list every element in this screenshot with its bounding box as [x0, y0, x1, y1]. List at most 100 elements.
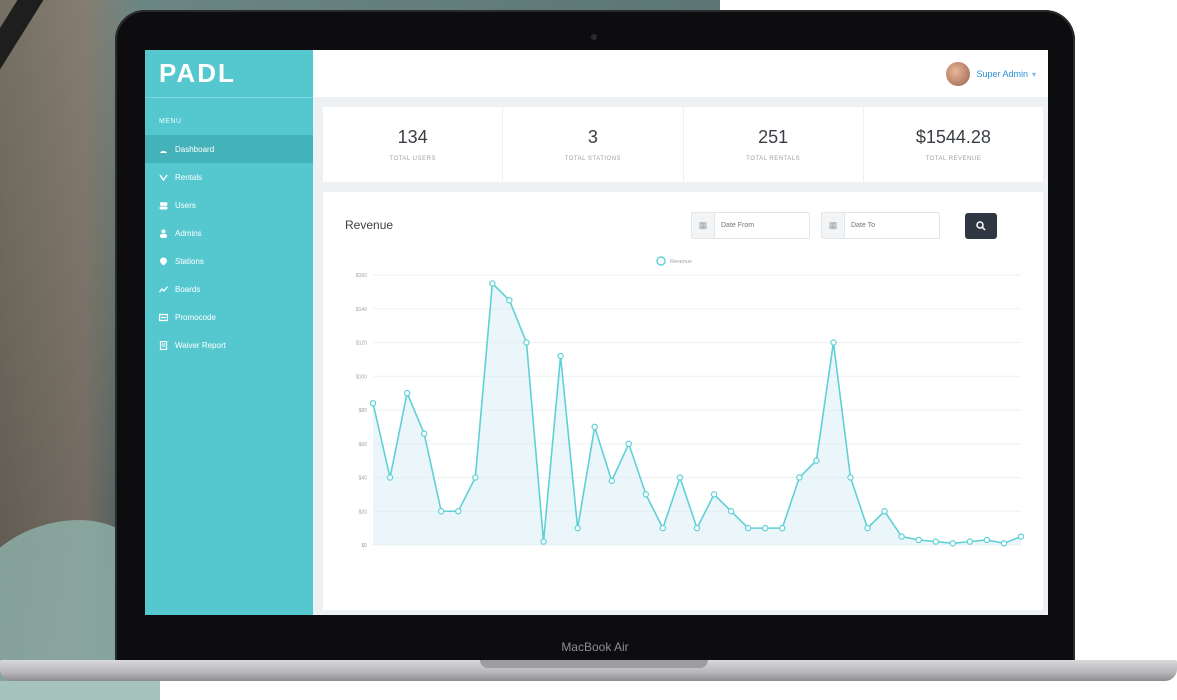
app-screen: PADL MENU Dashboard Rentals Users Admins…	[145, 50, 1048, 615]
data-point	[915, 536, 922, 544]
sidebar-item-promocode[interactable]: Promocode	[145, 303, 313, 331]
user-menu[interactable]: Super Admin ▾	[946, 62, 1036, 86]
data-point	[574, 524, 581, 532]
admin-icon	[159, 229, 168, 238]
stat-value: 251	[758, 127, 789, 147]
sidebar-item-admins[interactable]: Admins	[145, 219, 313, 247]
stat-label: TOTAL USERS	[389, 156, 436, 162]
stat-value: $1544.28	[915, 127, 991, 147]
y-tick-label: $140	[356, 307, 367, 313]
sidebar-item-label: Dashboard	[175, 144, 215, 154]
data-point	[744, 524, 752, 532]
laptop-base-notch	[480, 660, 708, 668]
sidebar-item-stations[interactable]: Stations	[145, 247, 313, 275]
panel-title: Revenue	[345, 218, 394, 232]
stat-label: TOTAL STATIONS	[564, 156, 622, 162]
data-point	[659, 524, 667, 532]
y-tick-label: $100	[356, 374, 367, 380]
stat-total-stations: 3 TOTAL STATIONS	[503, 107, 684, 182]
logo[interactable]: PADL	[145, 50, 313, 98]
data-point	[727, 508, 735, 515]
sidebar-item-label: Stations	[175, 256, 204, 266]
data-point	[557, 352, 564, 360]
legend-label: Revenue	[670, 259, 692, 265]
y-tick-label: $120	[356, 341, 367, 347]
stat-label: TOTAL RENTALS	[746, 156, 801, 162]
dashboard-icon	[159, 145, 168, 154]
sidebar-item-rentals[interactable]: Rentals	[145, 163, 313, 191]
user-name[interactable]: Super Admin	[976, 69, 1028, 79]
data-point	[676, 474, 684, 481]
sidebar-item-boards[interactable]: Boards	[145, 275, 313, 303]
data-point	[898, 533, 905, 540]
data-point	[386, 474, 394, 481]
revenue-panel: Revenue ▦ ▦ $0 $20 $40 $60 $80 $100 $120 $140 $1…	[323, 192, 1043, 610]
camera-dot	[591, 34, 597, 40]
y-tick-label: $0	[361, 543, 367, 549]
revenue-chart: $0 $20 $40 $60 $80 $100 $120 $140 $160 Revenue	[356, 256, 1025, 549]
data-point	[983, 536, 991, 544]
promocode-icon	[159, 313, 168, 322]
stat-label: TOTAL REVENUE	[925, 156, 982, 162]
date-to-field[interactable]: ▦	[821, 212, 940, 239]
sidebar-item-label: Waiver Report	[175, 340, 226, 350]
device-label: MacBook Air	[561, 640, 629, 654]
date-from-input[interactable]	[715, 221, 809, 230]
data-point	[949, 540, 956, 547]
stat-total-rentals: 251 TOTAL RENTALS	[684, 107, 864, 182]
sidebar-item-users[interactable]: Users	[145, 191, 313, 219]
data-point	[932, 538, 939, 545]
sidebar-item-label: Promocode	[175, 312, 216, 322]
data-point	[710, 491, 718, 498]
data-point	[625, 440, 632, 447]
avatar[interactable]	[946, 62, 971, 86]
data-point	[403, 389, 411, 397]
stat-value: 134	[397, 127, 428, 147]
y-tick-label: $60	[359, 442, 368, 448]
data-point	[881, 508, 888, 515]
data-point	[438, 508, 445, 515]
revenue-area	[373, 283, 1021, 545]
data-point	[489, 280, 496, 287]
data-point	[472, 474, 479, 481]
data-point	[779, 524, 786, 532]
data-point	[642, 491, 650, 498]
sidebar-item-label: Users	[175, 200, 196, 210]
sidebar: PADL MENU Dashboard Rentals Users Admins…	[145, 50, 313, 615]
data-point	[591, 423, 598, 431]
data-point	[830, 339, 837, 346]
data-point	[523, 339, 530, 346]
calendar-icon[interactable]: ▦	[692, 213, 715, 238]
search-button[interactable]	[965, 213, 997, 239]
date-from-field[interactable]: ▦	[691, 212, 810, 239]
sidebar-item-label: Rentals	[175, 172, 203, 182]
stats-row: 134 TOTAL USERS 3 TOTAL STATIONS 251 TOT…	[323, 107, 1043, 182]
chevron-down-icon[interactable]: ▾	[1032, 70, 1036, 79]
report-icon	[159, 340, 168, 350]
data-point	[540, 538, 547, 545]
data-point	[796, 474, 803, 481]
search-icon	[976, 221, 986, 231]
sidebar-item-label: Admins	[175, 228, 202, 238]
data-point	[1000, 540, 1008, 547]
data-point	[369, 400, 377, 407]
data-point	[693, 524, 701, 532]
users-icon	[159, 201, 168, 210]
calendar-icon[interactable]: ▦	[822, 213, 845, 238]
data-point	[762, 524, 769, 532]
sidebar-item-waiver-report[interactable]: Waiver Report	[145, 331, 313, 359]
data-point	[813, 457, 820, 464]
stat-total-users: 134 TOTAL USERS	[323, 107, 504, 182]
data-point	[420, 430, 428, 437]
legend-marker	[656, 256, 666, 266]
boards-icon	[159, 285, 168, 294]
data-point	[1017, 533, 1025, 540]
date-to-input[interactable]	[845, 221, 939, 230]
data-point	[864, 524, 871, 532]
stat-total-revenue: $1544.28 TOTAL REVENUE	[864, 107, 1043, 182]
y-tick-label: $20	[359, 509, 368, 515]
top-bar: Super Admin ▾	[313, 50, 1048, 97]
sidebar-item-dashboard[interactable]: Dashboard	[145, 135, 313, 163]
data-point	[847, 474, 854, 481]
rentals-icon	[159, 173, 168, 182]
